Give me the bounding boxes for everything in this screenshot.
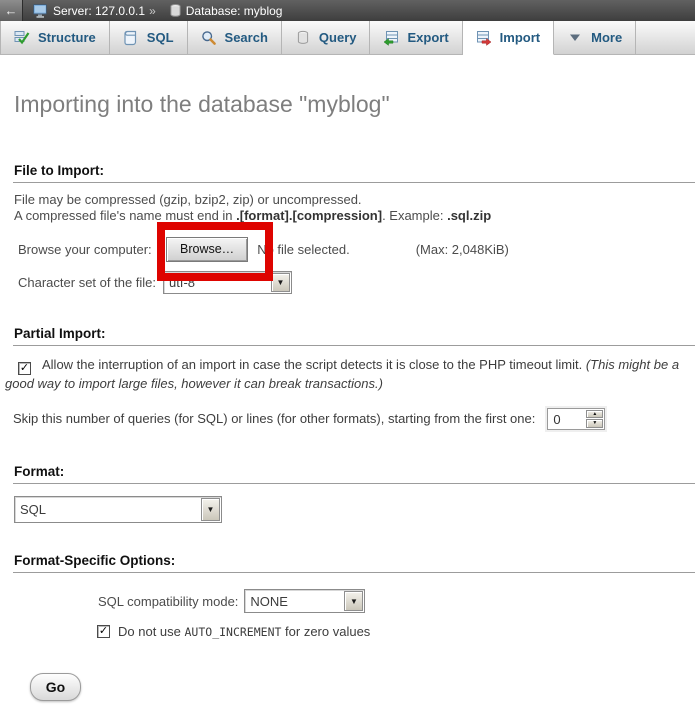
help-line-1: File may be compressed (gzip, bzip2, zip… <box>14 192 681 208</box>
max-size-text: (Max: 2,048KiB) <box>416 242 509 257</box>
spinner-down-button[interactable]: ▼ <box>586 419 603 428</box>
charset-label: Character set of the file: <box>18 275 163 290</box>
tab-structure[interactable]: Structure <box>0 21 110 54</box>
breadcrumb-bar: ← Server: 127.0.0.1 » Database: myblog <box>0 0 695 21</box>
breadcrumb-server[interactable]: Server: 127.0.0.1 <box>53 4 145 18</box>
format-select[interactable]: SQL ▼ <box>14 496 222 523</box>
tab-search[interactable]: Search <box>188 21 282 54</box>
page-title: Importing into the database "myblog" <box>14 91 695 118</box>
tab-more[interactable]: More <box>554 21 636 54</box>
query-database-icon <box>295 30 311 46</box>
browse-label: Browse your computer: <box>18 242 166 257</box>
tab-label: SQL <box>147 30 174 45</box>
tab-label: Structure <box>38 30 96 45</box>
sql-compatibility-select[interactable]: NONE ▼ <box>244 589 365 613</box>
format-specific-options-heading: Format-Specific Options: <box>13 553 695 573</box>
sql-compatibility-row: SQL compatibility mode: NONE ▼ <box>0 589 695 613</box>
file-to-import-heading: File to Import: <box>13 163 695 183</box>
sql-icon <box>123 30 139 46</box>
database-icon <box>170 4 181 17</box>
format-selected-value: SQL <box>15 502 46 517</box>
export-icon <box>383 30 399 46</box>
skip-queries-row: Skip this number of queries (for SQL) or… <box>0 407 695 430</box>
charset-selected-value: utf-8 <box>164 275 195 290</box>
auto-increment-checkbox[interactable]: ✓ <box>97 625 110 638</box>
tab-sql[interactable]: SQL <box>110 21 188 54</box>
tab-strip-filler <box>636 21 695 54</box>
skip-queries-input[interactable]: 0 ▲ ▼ <box>547 408 605 430</box>
browse-row: Browse your computer: Browse… No file se… <box>0 236 695 262</box>
tab-label: More <box>591 30 622 45</box>
structure-icon <box>14 30 30 46</box>
help-line-2: A compressed file's name must end in .[f… <box>14 208 681 224</box>
format-heading: Format: <box>13 464 695 484</box>
sql-compatibility-label: SQL compatibility mode: <box>98 594 238 609</box>
auto-increment-label: Do not use AUTO_INCREMENT for zero value… <box>118 624 370 639</box>
go-button[interactable]: Go <box>30 673 81 701</box>
partial-import-heading: Partial Import: <box>13 326 695 346</box>
number-spinner: ▲ ▼ <box>586 410 603 428</box>
charset-select[interactable]: utf-8 ▼ <box>163 271 292 294</box>
browse-button[interactable]: Browse… <box>166 237 248 262</box>
file-compression-help: File may be compressed (gzip, bzip2, zip… <box>14 192 681 224</box>
arrow-left-icon: ← <box>5 3 18 18</box>
back-button[interactable]: ← <box>0 0 23 21</box>
tab-query[interactable]: Query <box>282 21 371 54</box>
charset-row: Character set of the file: utf-8 ▼ <box>0 271 695 294</box>
search-icon <box>201 30 217 46</box>
dropdown-arrow-icon: ▼ <box>344 591 363 611</box>
skip-queries-value: 0 <box>548 409 560 429</box>
import-icon <box>476 30 492 46</box>
go-row: Go <box>0 673 695 701</box>
import-page: Importing into the database "myblog" Fil… <box>0 91 695 701</box>
spinner-up-button[interactable]: ▲ <box>586 410 603 419</box>
breadcrumb-database[interactable]: Database: myblog <box>186 4 283 18</box>
skip-queries-label: Skip this number of queries (for SQL) or… <box>13 411 535 426</box>
no-file-selected-text: No file selected. <box>257 242 350 257</box>
server-icon <box>33 4 48 18</box>
tab-label: Export <box>407 30 448 45</box>
tab-label: Query <box>319 30 357 45</box>
tab-bar: Structure SQL Search Query Export Import <box>0 21 695 55</box>
dropdown-arrow-icon: ▼ <box>201 498 220 521</box>
breadcrumb-separator: » <box>149 4 156 18</box>
allow-interruption-label: ✓Allow the interruption of an import in … <box>0 356 695 392</box>
check-icon: ✓ <box>20 363 29 374</box>
chevron-down-icon <box>567 30 583 46</box>
auto-increment-row: ✓ Do not use AUTO_INCREMENT for zero val… <box>0 624 695 638</box>
tab-export[interactable]: Export <box>370 21 462 54</box>
tab-label: Search <box>225 30 268 45</box>
tab-label: Import <box>500 30 540 45</box>
tab-import[interactable]: Import <box>463 21 554 55</box>
check-icon: ✓ <box>99 626 108 637</box>
dropdown-arrow-icon: ▼ <box>271 273 290 292</box>
sql-compatibility-value: NONE <box>245 594 288 609</box>
allow-interruption-checkbox[interactable]: ✓ <box>18 362 31 375</box>
